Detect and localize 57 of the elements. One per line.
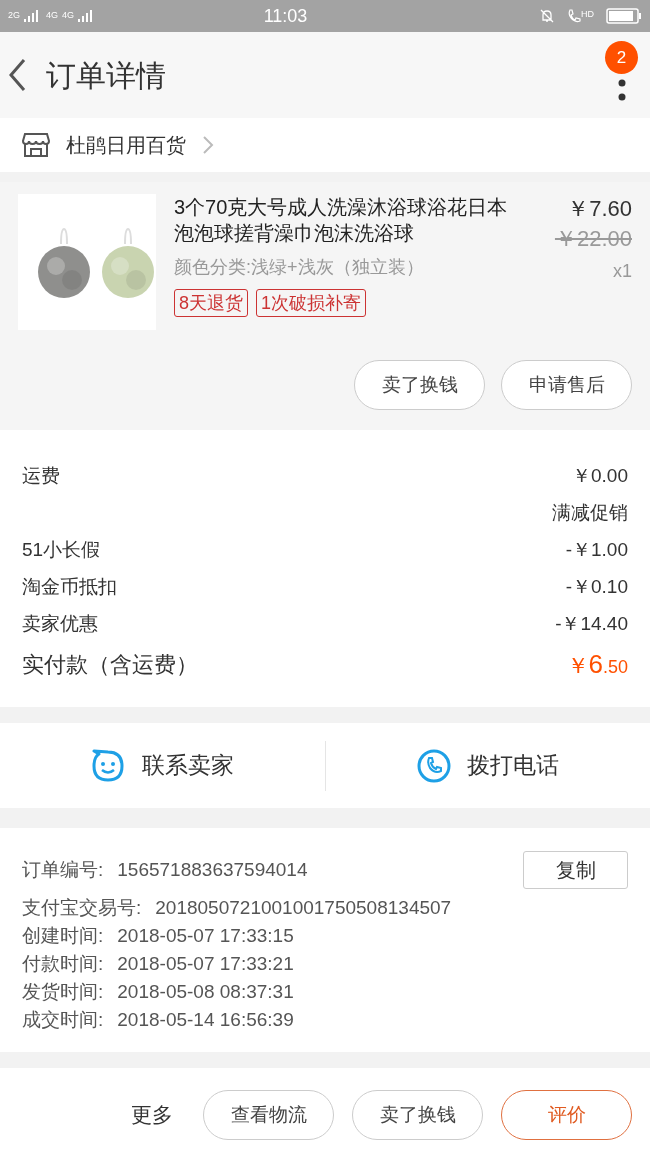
info-label: 创建时间: [22, 923, 104, 948]
cost-label: 卖家优惠 [22, 612, 98, 637]
product-title: 3个70克大号成人洗澡沐浴球浴花日本泡泡球搓背澡巾泡沫洗浴球 [174, 195, 509, 246]
chevron-right-icon [202, 135, 214, 155]
total-label: 实付款（含运费） [22, 650, 198, 679]
phone-icon [416, 748, 451, 783]
action-button[interactable]: 申请售后 [501, 360, 632, 410]
service-tag: 8天退货 [174, 289, 248, 317]
more-link[interactable]: 更多 [131, 1090, 173, 1140]
info-label: 发货时间: [22, 979, 104, 1004]
order-action-button[interactable]: 查看物流 [203, 1090, 334, 1140]
action-button[interactable]: 卖了换钱 [354, 360, 485, 410]
battery-icon [606, 8, 642, 24]
network-label: 2G [8, 9, 20, 23]
cost-value: -￥1.00 [565, 538, 628, 563]
info-value: 2018-05-07 17:33:21 [117, 951, 295, 976]
call-button[interactable]: 拨打电话 [325, 748, 650, 783]
total-amount: ￥6.50 [566, 647, 628, 681]
muted-bell-icon [539, 8, 555, 24]
order-action-button[interactable]: 评价 [501, 1090, 632, 1140]
original-price: ￥22.00 [554, 225, 632, 253]
info-value: 2018-05-14 16:56:39 [117, 1007, 295, 1032]
info-value: 2018050721001001750508134507 [155, 895, 453, 920]
cost-value: -￥0.10 [565, 575, 628, 600]
cost-value: -￥14.40 [555, 612, 628, 637]
cost-label: 淘金币抵扣 [22, 575, 117, 600]
info-value: 156571883637594014 [117, 857, 309, 882]
hd-label: HD [581, 8, 594, 21]
contact-seller-button[interactable]: 联系卖家 [0, 748, 325, 783]
cost-value: 满减促销 [552, 501, 628, 526]
info-label: 订单编号: [22, 857, 104, 882]
clock-time: 11:03 [262, 4, 309, 28]
signal-icon [24, 10, 38, 22]
cost-value: ￥0.00 [572, 464, 628, 489]
shop-icon [22, 132, 50, 158]
network-label: 4G [46, 9, 59, 23]
notification-badge: 2 [605, 41, 638, 74]
service-tag: 1次破损补寄 [256, 289, 367, 317]
info-label: 付款时间: [22, 951, 104, 976]
product-variant: 颜色分类:浅绿+浅灰（独立装） [174, 256, 425, 279]
page-title: 订单详情 [46, 57, 167, 94]
info-value: 2018-05-08 08:37:31 [117, 979, 295, 1004]
phone-icon [567, 8, 581, 24]
price: ￥7.60 [567, 195, 632, 223]
quantity: x1 [613, 260, 632, 283]
cost-label: 51小长假 [22, 538, 101, 563]
order-action-button[interactable]: 卖了换钱 [352, 1090, 483, 1140]
info-value: 2018-05-07 17:33:15 [117, 923, 295, 948]
copy-button[interactable]: 复制 [523, 851, 628, 889]
signal-icon [78, 10, 93, 22]
info-label: 支付宝交易号: [22, 895, 142, 920]
store-row[interactable]: 杜鹃日用百货 [0, 118, 650, 172]
info-label: 成交时间: [22, 1007, 104, 1032]
network-label: 4G [62, 9, 75, 23]
store-name: 杜鹃日用百货 [66, 133, 186, 158]
cost-label: 运费 [22, 464, 60, 489]
more-icon[interactable] [618, 79, 626, 101]
